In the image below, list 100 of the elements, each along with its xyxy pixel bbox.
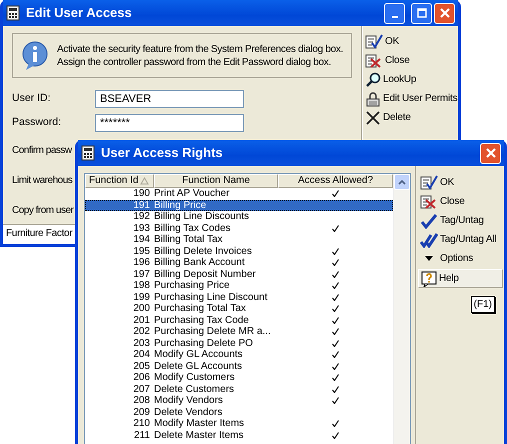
toolbar-button[interactable]: Close xyxy=(363,51,458,70)
close-icon xyxy=(438,7,450,19)
toolbar-button[interactable]: Tag/Untag All xyxy=(418,230,503,249)
table-cell-text: Purchasing Delete PO xyxy=(154,338,254,349)
table-row[interactable]: 203 Purchasing Delete PO xyxy=(85,338,393,349)
toolbar-button[interactable]: Delete xyxy=(363,108,458,127)
table-cell-text: Billing Tax Codes xyxy=(154,222,232,234)
toolbar-button[interactable]: OK xyxy=(363,32,458,51)
table-row[interactable]: 206 Modify Customers xyxy=(85,372,393,384)
help-icon xyxy=(421,270,437,286)
table-cell-text: Billing Bank Account xyxy=(154,257,246,268)
table-cell-text: Delete Master Items xyxy=(154,430,244,441)
table-row[interactable]: 204 Modify GL Accounts xyxy=(85,349,393,360)
table-cell-text: 196 xyxy=(132,257,151,268)
scroll-up-button[interactable] xyxy=(394,174,410,190)
calculator-icon xyxy=(6,5,20,21)
table-cell-text: 198 xyxy=(132,280,151,292)
toolbar-button[interactable]: Close xyxy=(418,192,503,211)
field-label: Confirm passw xyxy=(12,144,72,158)
table-cell-text: Billing Price xyxy=(154,200,208,211)
delete-x-icon xyxy=(365,110,381,126)
window-title: User Access Rights xyxy=(101,144,224,162)
table-row[interactable]: 198 Purchasing Price xyxy=(85,280,393,292)
table-cell-text: Purchasing Total Tax xyxy=(154,303,247,314)
column-header[interactable]: Access Allowed? xyxy=(278,174,393,188)
field-label: Copy from user xyxy=(12,204,74,218)
table-row[interactable]: 207 Delete Customers xyxy=(85,384,393,395)
table-row[interactable]: 210 Modify Master Items xyxy=(85,418,393,430)
shortcut-key: (F1) xyxy=(470,296,495,313)
table-row[interactable]: 195 Billing Delete Invoices xyxy=(85,246,393,257)
close-icon xyxy=(484,147,496,159)
double-checkmark-icon xyxy=(420,232,438,248)
table-cell-text: 203 xyxy=(132,338,151,349)
scrollbar[interactable] xyxy=(393,174,410,444)
toolbar-button[interactable]: Edit User Permits xyxy=(363,89,458,108)
table-cell-text: Modify Customers xyxy=(154,372,236,384)
table-cell-text: Modify Master Items xyxy=(154,418,246,430)
table-cell-text: Billing Deposit Number xyxy=(154,268,257,280)
table-cell-text: Billing Delete Invoices xyxy=(154,246,253,257)
calculator-icon xyxy=(81,145,95,161)
table-row[interactable]: 208 Modify Vendors xyxy=(85,395,393,406)
table-cell-text: 211 xyxy=(133,430,151,441)
minimize-button[interactable] xyxy=(384,2,405,24)
document-x-icon xyxy=(365,52,383,68)
table-row[interactable]: 197 Billing Deposit Number xyxy=(85,268,393,280)
document-check-icon xyxy=(365,34,383,50)
table-cell-text: 204 xyxy=(132,349,151,360)
sort-arrow-icon xyxy=(140,177,150,185)
table-cell-text: 192 xyxy=(132,211,151,222)
input-field[interactable]: ******* xyxy=(95,114,244,132)
table-cell-text: 191 xyxy=(132,200,151,211)
field-label: Limit warehous xyxy=(12,174,72,188)
toolbar-button[interactable]: Tag/Untag xyxy=(418,211,503,230)
chevron-up-icon xyxy=(398,179,406,185)
input-field[interactable]: BSEAVER xyxy=(95,90,244,108)
table-row[interactable]: 202 Purchasing Delete MR a... xyxy=(85,326,393,338)
table-row[interactable]: 209 Delete Vendors xyxy=(85,406,393,418)
column-header[interactable]: Function Name xyxy=(154,174,278,188)
table-row[interactable]: 200 Purchasing Total Tax xyxy=(85,303,393,314)
magnifier-icon xyxy=(365,72,381,88)
table-cell-text: 190 xyxy=(132,188,151,200)
table-cell-text: 208 xyxy=(132,395,151,406)
close-button[interactable] xyxy=(480,142,501,164)
table-cell-text: 199 xyxy=(132,292,151,303)
field-label: Password: xyxy=(12,115,62,130)
table-cell-text: 206 xyxy=(132,372,151,384)
toolbar-button[interactable]: LookUp xyxy=(363,70,458,89)
table-cell-text: 202 xyxy=(132,326,151,338)
padlock-icon xyxy=(365,90,381,106)
info-icon xyxy=(21,40,49,70)
table-cell-text: Modify GL Accounts xyxy=(154,349,244,360)
table-cell-text: Billing Line Discounts xyxy=(154,211,250,222)
table-row[interactable]: 205 Delete GL Accounts xyxy=(85,360,393,372)
toolbar-button[interactable]: OK xyxy=(418,173,503,192)
table-cell-text: Billing Total Tax xyxy=(154,234,224,246)
maximize-icon xyxy=(416,8,426,18)
help-button[interactable]: Help xyxy=(418,269,503,288)
table-row[interactable]: 196 Billing Bank Account xyxy=(85,257,393,268)
table-cell-text: 210 xyxy=(132,418,151,430)
table-row[interactable]: 192 Billing Line Discounts xyxy=(85,211,393,222)
table-row[interactable]: 199 Purchasing Line Discount xyxy=(85,292,393,303)
close-button[interactable] xyxy=(434,2,455,24)
maximize-button[interactable] xyxy=(411,2,432,24)
table-cell-text: 194 xyxy=(132,234,151,246)
table-cell-text: 209 xyxy=(132,406,151,418)
table-cell-text: 205 xyxy=(132,360,151,372)
table-row[interactable]: 201 Purchasing Tax Code xyxy=(85,314,393,326)
window-title: Edit User Access xyxy=(26,4,133,22)
column-header[interactable]: Function Id xyxy=(85,174,154,188)
table-cell-text: 195 xyxy=(132,246,151,257)
info-text: Activate the security feature from the System Preferences dialog box. Assign the controller password from the Edit Password dialog box. xyxy=(57,42,344,68)
table-row[interactable]: 211 Delete Master Items xyxy=(85,430,393,441)
table-cell-text: 207 xyxy=(132,384,151,395)
table-cell-text: 201 xyxy=(132,314,151,326)
toolbar-button[interactable]: Options xyxy=(418,249,503,268)
table-cell-text: Print AP Voucher xyxy=(154,188,230,200)
table-cell-text: Purchasing Line Discount xyxy=(154,292,268,303)
table-row[interactable]: 191 Billing Price xyxy=(85,200,393,211)
dropdown-triangle-icon xyxy=(425,256,433,261)
table-row[interactable]: 190 Print AP Voucher xyxy=(85,188,393,200)
